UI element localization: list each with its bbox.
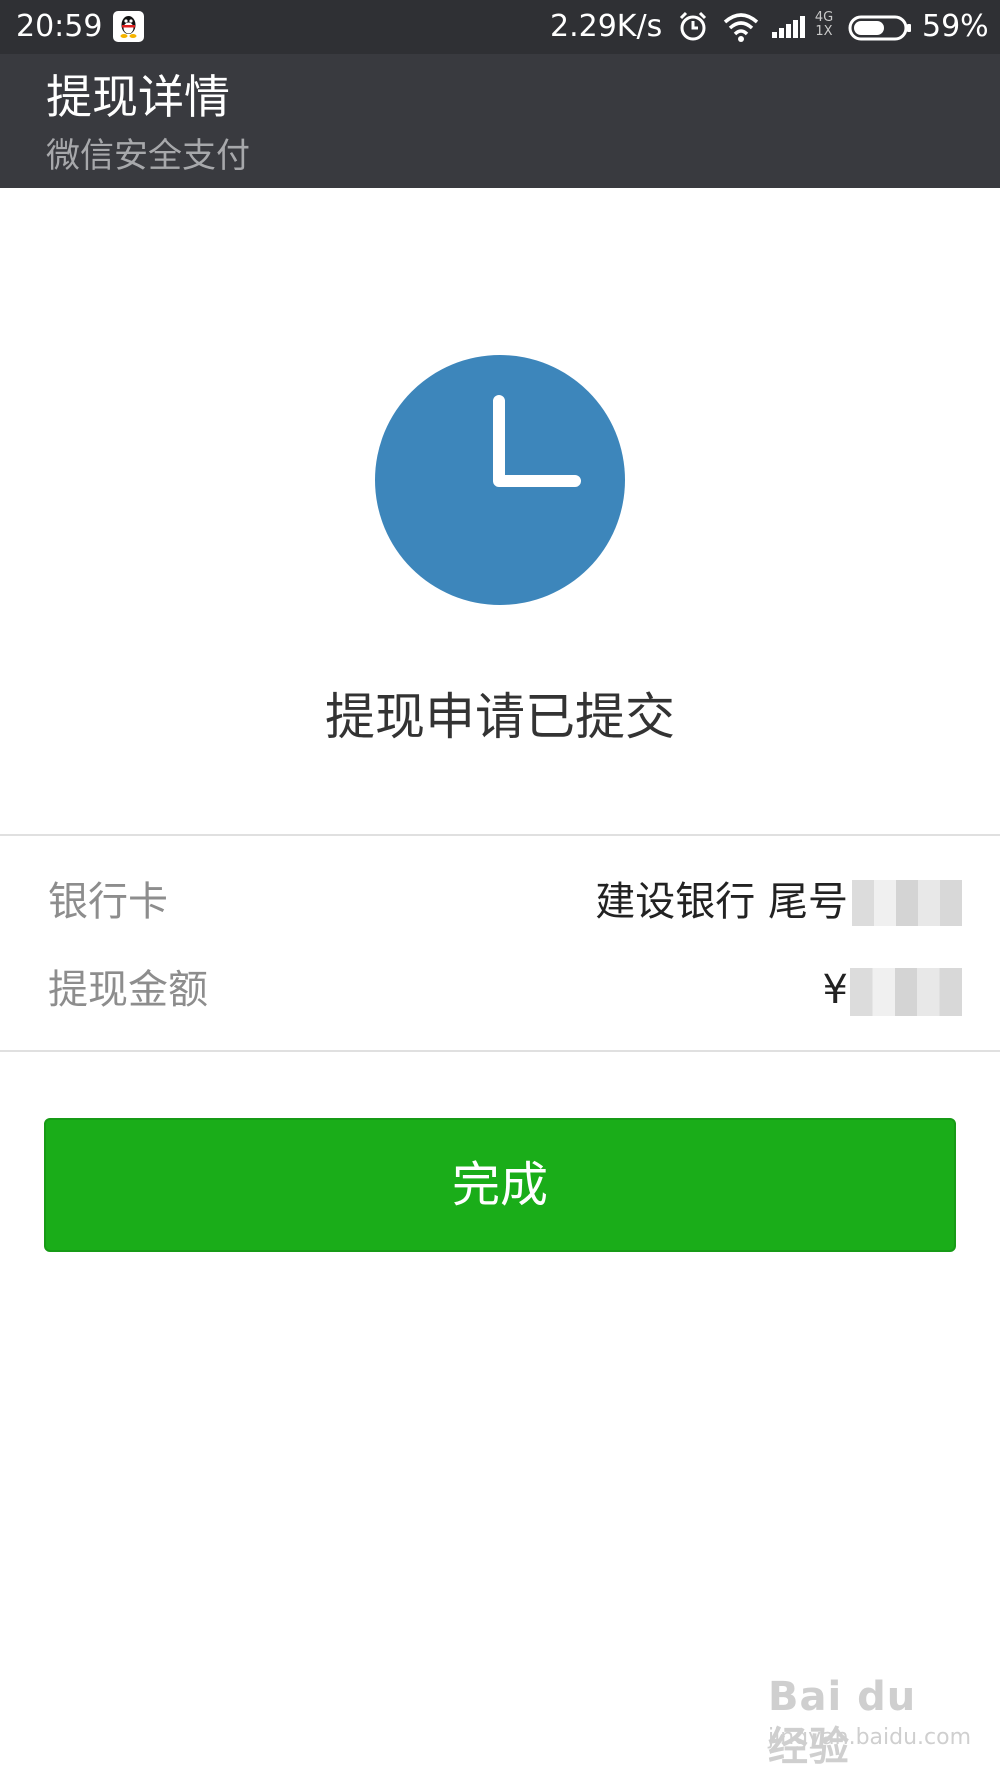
battery-icon: [848, 15, 912, 41]
clock-icon: [375, 355, 625, 605]
network-type: 4G 1X: [814, 10, 834, 39]
done-button[interactable]: 完成: [44, 1118, 956, 1252]
masked-card-number: [852, 880, 962, 926]
signal-icon: [772, 14, 812, 40]
status-time: 20:59: [16, 9, 103, 44]
watermark-logo: Bai du 经验: [768, 1674, 917, 1770]
divider-top: [0, 834, 1000, 836]
header: 提现详情 微信安全支付: [0, 54, 1000, 188]
page-subtitle: 微信安全支付: [46, 136, 250, 176]
page-title: 提现详情: [46, 70, 230, 124]
bank-card-label: 银行卡: [48, 879, 168, 925]
amount-currency: ¥: [822, 967, 848, 1013]
watermark-url: jingyan.baidu.com: [768, 1725, 972, 1750]
network-speed: 2.29K/s: [550, 9, 663, 44]
status-bar: 20:59 2.29K/s 4G 1X 59%: [0, 0, 1000, 54]
wifi-icon: [723, 12, 759, 42]
qq-icon: [113, 11, 144, 42]
masked-amount: [850, 968, 962, 1016]
status-message: 提现申请已提交: [325, 688, 675, 746]
amount-label: 提现金额: [48, 967, 208, 1013]
alarm-icon: [676, 10, 710, 44]
battery-percent: 59%: [922, 9, 989, 44]
bank-card-value: 建设银行 尾号: [595, 879, 848, 925]
divider-bottom: [0, 1050, 1000, 1052]
watermark: Bai du 经验 jingyan.baidu.com: [768, 1672, 972, 1770]
